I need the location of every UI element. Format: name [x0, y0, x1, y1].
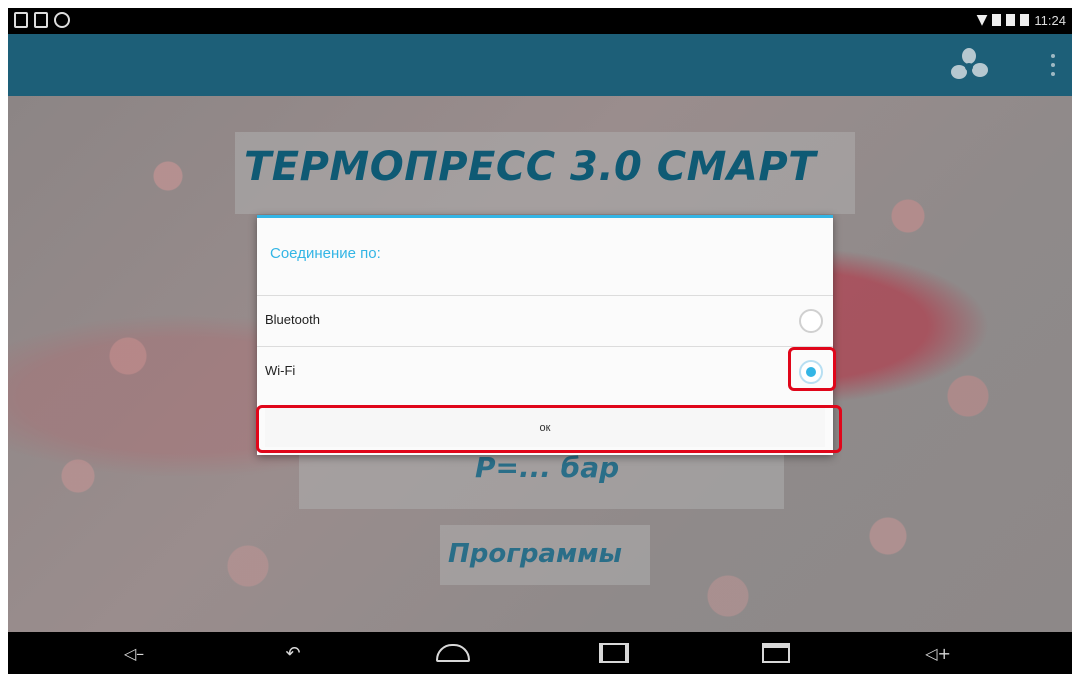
gallery-notification-icon [14, 12, 28, 28]
screenshot-icon[interactable] [594, 640, 634, 666]
dialog-accent-line [257, 215, 833, 218]
back-icon[interactable]: ↶ [273, 640, 313, 666]
status-time: 11:24 [1034, 12, 1066, 28]
ok-button[interactable]: ок [265, 407, 825, 447]
battery-icon [1020, 14, 1030, 26]
connection-dialog: Соединение по: Bluetooth Wi-Fi ок [257, 215, 833, 455]
wifi-radio[interactable] [799, 360, 823, 384]
volume-up-icon[interactable]: ◁+ [918, 640, 958, 666]
alert-notification-icon [54, 12, 70, 28]
action-bar [8, 34, 1072, 96]
recent-apps-icon[interactable] [756, 640, 796, 666]
device-screen: ▼ 11:24 ТЕРМОПРЕСС 3.0 СМАРТ Р=... бар П… [8, 8, 1072, 674]
fan-icon[interactable] [950, 48, 988, 84]
status-indicator-icon [1006, 14, 1016, 26]
download-notification-icon [34, 12, 48, 28]
option-bluetooth[interactable]: Bluetooth [257, 296, 833, 346]
option-label: Wi-Fi [265, 363, 296, 378]
pressure-readout: Р=... бар [475, 451, 620, 484]
status-bar: ▼ 11:24 [8, 8, 1072, 34]
programs-button-label[interactable]: Программы [448, 539, 622, 569]
wifi-signal-icon: ▼ [976, 12, 988, 28]
app-title: ТЕРМОПРЕСС 3.0 СМАРТ [244, 144, 816, 190]
status-indicator-icon [992, 14, 1002, 26]
option-wifi[interactable]: Wi-Fi [257, 347, 833, 397]
volume-down-icon[interactable]: ◁– [114, 640, 154, 666]
navigation-bar: ◁– ↶ ◁+ [8, 632, 1072, 674]
dialog-title: Соединение по: [270, 245, 381, 262]
overflow-menu-icon[interactable] [1050, 54, 1056, 76]
bluetooth-radio[interactable] [799, 309, 823, 333]
home-icon[interactable] [433, 640, 473, 666]
option-label: Bluetooth [265, 312, 320, 327]
